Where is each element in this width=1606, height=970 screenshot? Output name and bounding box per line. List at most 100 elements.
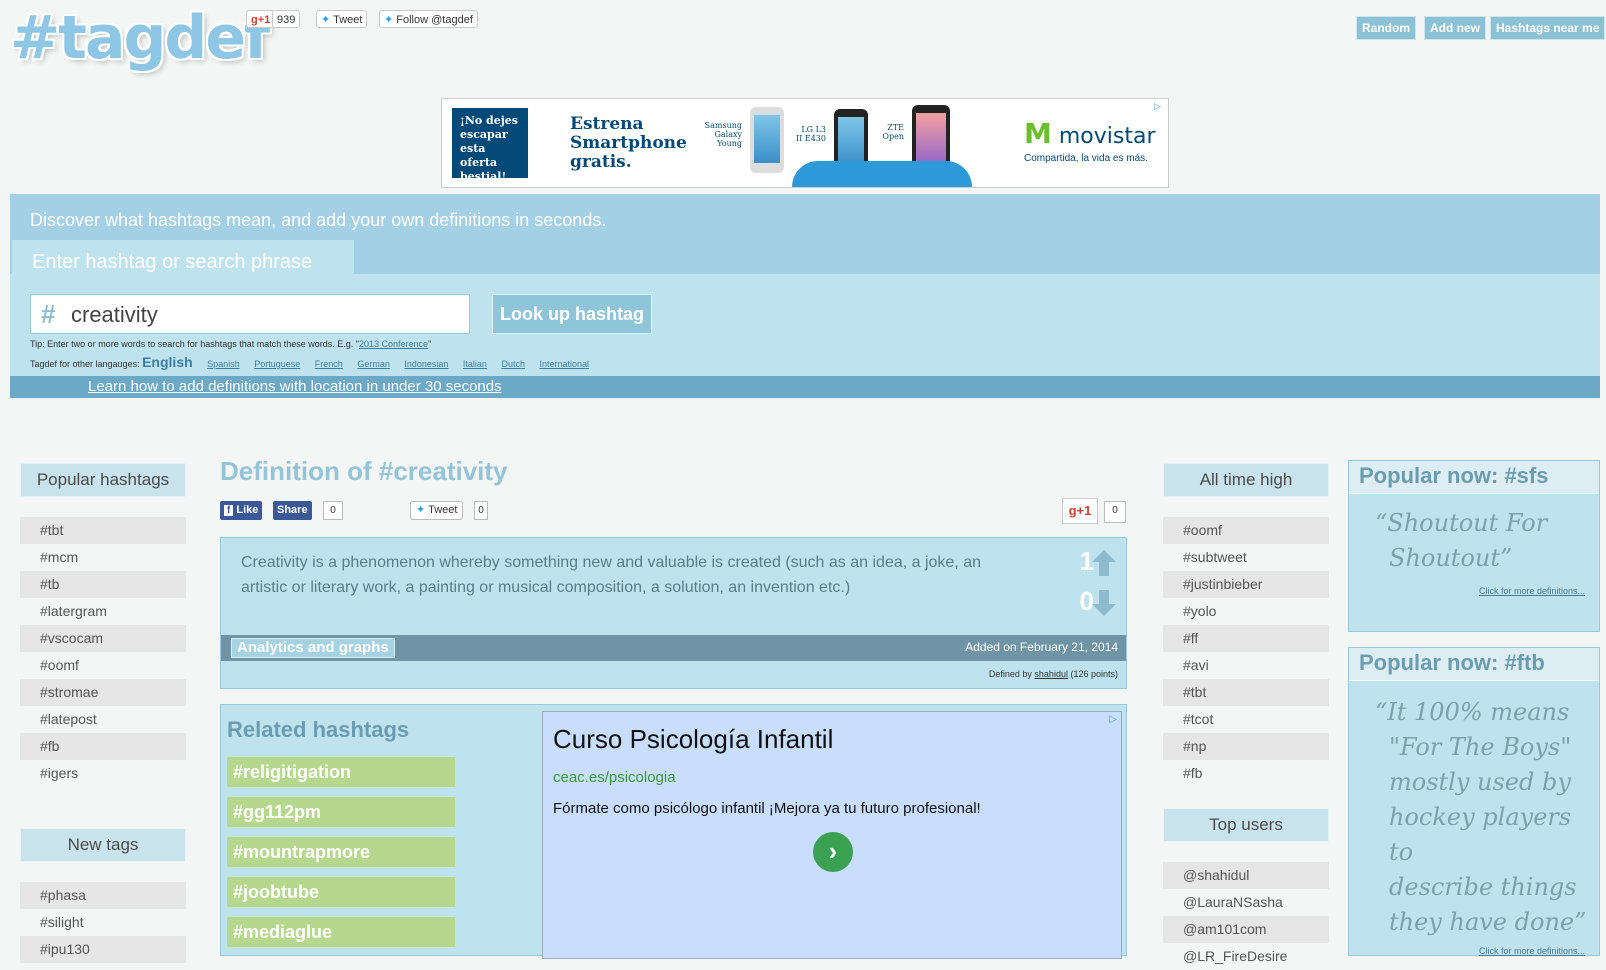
list-item[interactable]: #oomf bbox=[20, 652, 186, 679]
nav-hashtags-near-me[interactable]: Hashtags near me bbox=[1490, 16, 1606, 40]
related-hashtag-item[interactable]: #mediaglue bbox=[227, 917, 455, 947]
follow-label: Follow @tagdef bbox=[396, 14, 473, 26]
quote-line: "For The Boys" bbox=[1389, 733, 1572, 761]
list-item[interactable]: @am101com bbox=[1163, 916, 1329, 943]
click-more-link[interactable]: Click for more definitions... bbox=[1349, 946, 1599, 956]
upvote-arrow-icon[interactable] bbox=[1092, 550, 1116, 576]
list-item[interactable]: @LauraNSasha bbox=[1163, 889, 1329, 916]
list-item[interactable]: #avi bbox=[1163, 652, 1329, 679]
popular-now-sfs[interactable]: Popular now: #sfs “Shoutout For Shoutout… bbox=[1348, 460, 1600, 632]
tweet-button[interactable]: ✦ Tweet bbox=[316, 10, 368, 28]
list-item[interactable]: #phasa bbox=[20, 882, 186, 909]
list-item[interactable]: #fb bbox=[1163, 760, 1329, 787]
lang-link-italian[interactable]: Italian bbox=[463, 359, 487, 369]
list-item[interactable]: #tbt bbox=[1163, 679, 1329, 706]
phone-label: Samsung Galaxy Young bbox=[704, 121, 742, 148]
search-input[interactable]: # creativity bbox=[30, 294, 470, 334]
list-item[interactable]: #np bbox=[1163, 733, 1329, 760]
search-input-value: creativity bbox=[71, 302, 158, 327]
list-item[interactable]: #ff bbox=[1163, 625, 1329, 652]
text-ad[interactable]: Curso Psicología Infantil ceac.es/psicol… bbox=[542, 711, 1122, 959]
list-item[interactable]: #oomf bbox=[1163, 517, 1329, 544]
definition-card: Creativity is a phenomenon whereby somet… bbox=[220, 537, 1127, 689]
list-item[interactable]: #fb bbox=[20, 733, 186, 760]
ad-url[interactable]: ceac.es/psicologia bbox=[553, 769, 676, 786]
list-item[interactable]: #latepost bbox=[20, 706, 186, 733]
list-item[interactable]: #subtweet bbox=[1163, 544, 1329, 571]
tip-example-link[interactable]: 2013 Conference bbox=[359, 339, 428, 349]
phone-label-line: Young bbox=[717, 139, 742, 148]
related-hashtag-item[interactable]: #joobtube bbox=[227, 877, 455, 907]
tweet-count: 0 bbox=[474, 501, 488, 520]
definer-points: (126 points) bbox=[1070, 669, 1118, 679]
nav-add-new[interactable]: Add new bbox=[1424, 16, 1486, 40]
tip-end: " bbox=[428, 339, 432, 349]
related-hashtags-title: Related hashtags bbox=[227, 717, 410, 742]
list-item[interactable]: @LR_FireDesire bbox=[1163, 943, 1329, 970]
langs-label: Tagdef for other langauges: bbox=[30, 359, 140, 369]
list-item[interactable]: #ipu130 bbox=[20, 936, 186, 963]
lang-link-portuguese[interactable]: Portuguese bbox=[254, 359, 300, 369]
definition-text: Creativity is a phenomenon whereby somet… bbox=[241, 554, 981, 596]
lang-link-dutch[interactable]: Dutch bbox=[501, 359, 525, 369]
all-time-high-panel: All time high #oomf #subtweet #justinbie… bbox=[1163, 463, 1329, 787]
fb-share-button[interactable]: Share bbox=[273, 501, 312, 520]
related-hashtag-item[interactable]: #gg112pm bbox=[227, 797, 455, 827]
lang-link-indonesian[interactable]: Indonesian bbox=[404, 359, 448, 369]
list-item[interactable]: #latergram bbox=[20, 598, 186, 625]
nav-random[interactable]: Random bbox=[1356, 16, 1416, 40]
ad-banner[interactable]: ¡No dejes escapar esta oferta bestial! E… bbox=[441, 98, 1169, 188]
adchoices-icon[interactable]: ▷ bbox=[1109, 714, 1117, 725]
banner-offer-box: ¡No dejes escapar esta oferta bestial! bbox=[452, 108, 528, 183]
language-links: Tagdef for other langauges: English Span… bbox=[30, 354, 589, 370]
list-item[interactable]: #vscocam bbox=[20, 625, 186, 652]
learn-location-link[interactable]: Learn how to add definitions with locati… bbox=[88, 378, 502, 395]
related-hashtag-item[interactable]: #mountrapmore bbox=[227, 837, 455, 867]
fb-count: 0 bbox=[323, 501, 343, 520]
quote-line: they have done bbox=[1389, 908, 1575, 936]
list-item[interactable]: @shahidul bbox=[1163, 862, 1329, 889]
all-time-high-list: #oomf #subtweet #justinbieber #yolo #ff … bbox=[1163, 517, 1329, 787]
phone-label-line: Samsung bbox=[704, 121, 742, 130]
definer-user-link[interactable]: shahidul bbox=[1034, 669, 1068, 679]
list-item[interactable]: #justinbieber bbox=[1163, 571, 1329, 598]
ad-title[interactable]: Curso Psicología Infantil bbox=[553, 724, 833, 755]
lang-link-french[interactable]: French bbox=[315, 359, 343, 369]
follow-button[interactable]: ✦ Follow @tagdef bbox=[379, 10, 478, 28]
list-item[interactable]: #tcot bbox=[1163, 706, 1329, 733]
banner-headline-line: gratis. bbox=[570, 152, 632, 172]
list-item[interactable]: #tbt bbox=[20, 517, 186, 544]
list-item[interactable]: #stromae bbox=[20, 679, 186, 706]
open-quote-mark: “ bbox=[1375, 509, 1388, 537]
tagdef-logo[interactable]: #tagdef bbox=[10, 2, 270, 74]
gplus-button[interactable]: g+1 bbox=[246, 10, 276, 28]
popular-now-ftb[interactable]: Popular now: #ftb “It 100% means "For Th… bbox=[1348, 647, 1600, 956]
list-item[interactable]: #yolo bbox=[1163, 598, 1329, 625]
list-item[interactable]: #silight bbox=[20, 909, 186, 936]
twitter-bird-icon: ✦ bbox=[321, 14, 331, 26]
list-item[interactable]: #mcm bbox=[20, 544, 186, 571]
defined-by: Defined by shahidul (126 points) bbox=[989, 669, 1118, 679]
lang-link-spanish[interactable]: Spanish bbox=[207, 359, 240, 369]
movistar-logo: M movistar bbox=[1024, 117, 1156, 150]
analytics-graphs-button[interactable]: Analytics and graphs bbox=[231, 638, 395, 658]
related-hashtag-item[interactable]: #religitigation bbox=[227, 757, 455, 787]
tweet-definition-button[interactable]: ✦ Tweet bbox=[410, 501, 464, 520]
banner-tagline: Compartida, la vida es más. bbox=[1024, 153, 1148, 164]
phone-label-line: LG L3 bbox=[801, 125, 826, 134]
click-more-link[interactable]: Click for more definitions... bbox=[1349, 586, 1599, 596]
chevron-right-icon[interactable]: › bbox=[813, 832, 853, 872]
lookup-hashtag-button[interactable]: Look up hashtag bbox=[492, 294, 652, 334]
fb-like-button[interactable]: f Like bbox=[220, 501, 263, 520]
twitter-bird-icon: ✦ bbox=[384, 14, 394, 26]
lang-link-international[interactable]: International bbox=[539, 359, 589, 369]
downvote-arrow-icon[interactable] bbox=[1092, 590, 1116, 616]
list-item[interactable]: #tb bbox=[20, 571, 186, 598]
gplus-definition-button[interactable]: g+1 bbox=[1062, 498, 1098, 524]
lang-link-german[interactable]: German bbox=[357, 359, 390, 369]
adchoices-icon[interactable]: ▷ bbox=[1154, 101, 1164, 111]
phone-label-line: II E430 bbox=[796, 134, 826, 143]
popular-now-title: Popular now: #ftb bbox=[1349, 648, 1599, 681]
current-language[interactable]: English bbox=[142, 354, 193, 370]
list-item[interactable]: #igers bbox=[20, 760, 186, 787]
